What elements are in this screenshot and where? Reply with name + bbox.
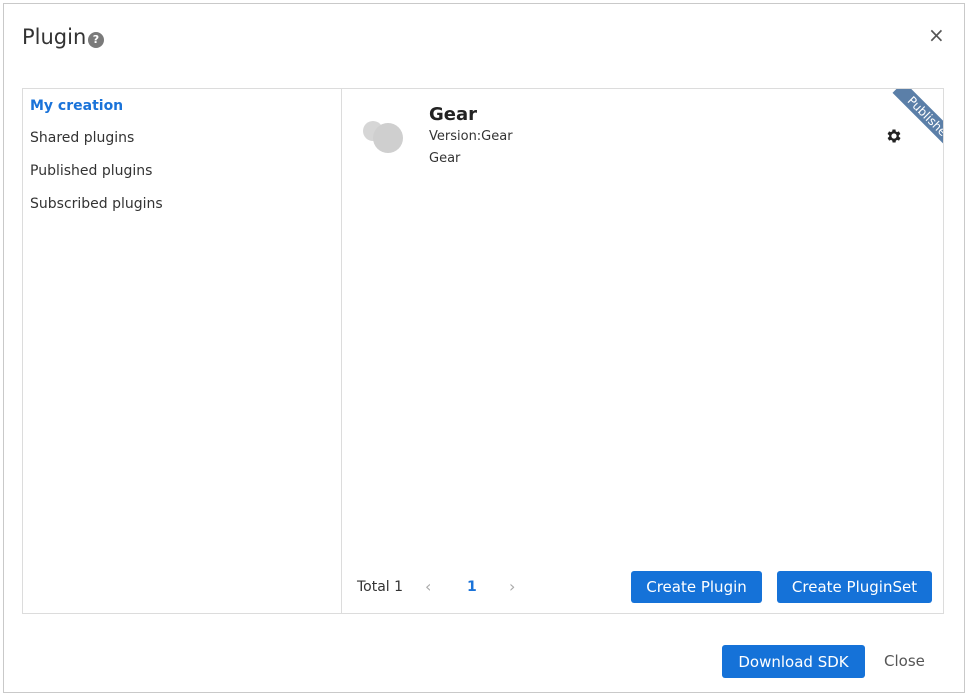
plugin-list: Gear Version:Gear Gear Published Total 1… bbox=[343, 89, 943, 613]
dialog-header: Plugin ? × bbox=[4, 4, 964, 74]
plugin-dialog: Plugin ? × My creation Shared plugins Pu… bbox=[3, 3, 965, 693]
plugin-description: Gear bbox=[429, 151, 461, 166]
plugin-thumbnail bbox=[363, 117, 407, 153]
plugin-panel: My creation Shared plugins Published plu… bbox=[22, 88, 944, 614]
plugin-card[interactable]: Gear Version:Gear Gear Published bbox=[343, 89, 943, 179]
sidebar-item-shared-plugins[interactable]: Shared plugins bbox=[30, 130, 134, 146]
close-icon[interactable]: × bbox=[928, 25, 945, 45]
sidebar: My creation Shared plugins Published plu… bbox=[23, 89, 342, 613]
published-ribbon: Published bbox=[887, 89, 943, 153]
create-plugin-button[interactable]: Create Plugin bbox=[631, 571, 762, 603]
dialog-title: Plugin bbox=[22, 25, 87, 49]
pagination-prev-icon[interactable]: ‹ bbox=[425, 577, 431, 596]
close-button[interactable]: Close bbox=[884, 652, 925, 670]
sidebar-item-my-creation[interactable]: My creation bbox=[30, 98, 123, 114]
sidebar-item-published-plugins[interactable]: Published plugins bbox=[30, 163, 152, 179]
plugin-name: Gear bbox=[429, 104, 478, 125]
plugin-version: Version:Gear bbox=[429, 129, 513, 144]
download-sdk-button[interactable]: Download SDK bbox=[722, 645, 865, 678]
published-ribbon-label: Published bbox=[892, 89, 943, 153]
pagination-page[interactable]: 1 bbox=[467, 579, 477, 595]
pagination-next-icon[interactable]: › bbox=[509, 577, 515, 596]
sidebar-item-subscribed-plugins[interactable]: Subscribed plugins bbox=[30, 196, 163, 212]
question-circle-icon[interactable]: ? bbox=[88, 32, 104, 48]
pagination-total: Total 1 bbox=[357, 579, 404, 595]
create-pluginset-button[interactable]: Create PluginSet bbox=[777, 571, 932, 603]
